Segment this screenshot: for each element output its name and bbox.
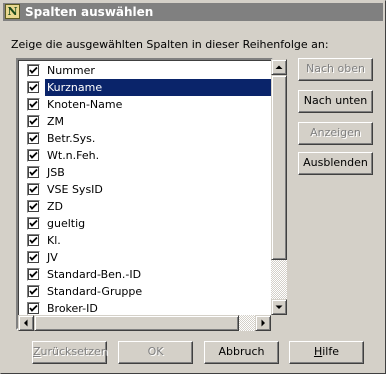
column-label: gueltig <box>47 217 86 230</box>
arrow-down-icon <box>275 305 283 309</box>
checkmark-icon <box>29 202 38 210</box>
app-icon: N <box>5 4 20 19</box>
checkmark-icon <box>29 134 38 142</box>
help-button[interactable]: Hilfe <box>289 341 364 364</box>
checkmark-icon <box>29 185 38 193</box>
column-checkbox[interactable] <box>27 268 40 281</box>
hide-button[interactable]: Ausblenden <box>298 152 373 175</box>
ok-button[interactable]: OK <box>118 341 193 364</box>
scroll-left-button[interactable] <box>18 315 34 331</box>
column-label: ZD <box>47 200 64 213</box>
reset-accelerator: Z <box>33 345 41 358</box>
column-label: JV <box>47 251 58 264</box>
list-item[interactable]: Betr.Sys. <box>24 130 271 147</box>
list-item[interactable]: Wt.n.Feh. <box>24 147 271 164</box>
title-bar[interactable]: N Spalten auswählen <box>3 3 383 21</box>
checkmark-icon <box>29 304 38 312</box>
column-checkbox[interactable] <box>27 200 40 213</box>
list-item[interactable]: Kurzname <box>24 79 271 96</box>
column-label: JSB <box>47 166 65 179</box>
checkmark-icon <box>29 117 38 125</box>
vertical-scrollbar[interactable] <box>271 59 287 315</box>
scroll-up-button[interactable] <box>271 59 287 75</box>
column-label: Kl. <box>47 234 61 247</box>
checkmark-icon <box>29 66 38 74</box>
list-item[interactable]: Knoten-Name <box>24 96 271 113</box>
column-label: Betr.Sys. <box>47 132 96 145</box>
list-item[interactable]: Standard-Ben.-ID <box>24 266 271 283</box>
list-item[interactable]: JV <box>24 249 271 266</box>
list-item[interactable]: Kl. <box>24 232 271 249</box>
checkmark-icon <box>29 253 38 261</box>
help-label: ilfe <box>322 345 340 358</box>
scroll-down-button[interactable] <box>271 299 287 315</box>
checkmark-icon <box>29 100 38 108</box>
scrollbar-corner <box>271 315 287 331</box>
column-checkbox[interactable] <box>27 64 40 77</box>
column-label: Standard-Gruppe <box>47 285 143 298</box>
column-checkbox[interactable] <box>27 98 40 111</box>
column-list: Nummer Kurzname Knoten-Name ZM Betr.Sys. Wt.n… <box>18 60 271 328</box>
column-listbox[interactable]: Nummer Kurzname Knoten-Name ZM Betr.Sys. Wt.n… <box>16 58 273 330</box>
checkmark-icon <box>29 151 38 159</box>
dialog-window: N Spalten auswählen Zeige die ausgewählt… <box>0 0 386 374</box>
column-checkbox[interactable] <box>27 302 40 315</box>
column-label: ZM <box>47 115 65 128</box>
checkmark-icon <box>29 270 38 278</box>
show-button[interactable]: Anzeigen <box>298 122 373 145</box>
column-checkbox[interactable] <box>27 217 40 230</box>
column-label: Nummer <box>47 64 95 77</box>
column-label: Standard-Ben.-ID <box>47 268 142 281</box>
column-checkbox[interactable] <box>27 115 40 128</box>
horizontal-scrollbar[interactable] <box>18 315 271 331</box>
vertical-scroll-thumb[interactable] <box>271 75 287 260</box>
list-item[interactable]: Nummer <box>24 62 271 79</box>
checkmark-icon <box>29 168 38 176</box>
horizontal-scroll-thumb[interactable] <box>34 315 239 331</box>
checkmark-icon <box>29 219 38 227</box>
column-checkbox[interactable] <box>27 183 40 196</box>
instruction-label: Zeige die ausgewählten Spalten in dieser… <box>11 38 329 51</box>
column-checkbox[interactable] <box>27 132 40 145</box>
column-label: Wt.n.Feh. <box>47 149 100 162</box>
column-label: Kurzname <box>45 79 271 96</box>
arrow-up-icon <box>275 65 283 69</box>
checkmark-icon <box>29 236 38 244</box>
checkmark-icon <box>29 83 38 91</box>
window-title: Spalten auswählen <box>25 5 154 19</box>
column-checkbox[interactable] <box>27 285 40 298</box>
checkmark-icon <box>29 287 38 295</box>
list-item[interactable]: ZM <box>24 113 271 130</box>
column-checkbox[interactable] <box>27 251 40 264</box>
column-checkbox[interactable] <box>27 166 40 179</box>
move-down-button[interactable]: Nach unten <box>298 90 373 113</box>
column-label: Knoten-Name <box>47 98 123 111</box>
column-checkbox[interactable] <box>27 81 40 94</box>
scroll-right-button[interactable] <box>255 315 271 331</box>
list-item[interactable]: gueltig <box>24 215 271 232</box>
arrow-left-icon <box>24 319 28 327</box>
cancel-button[interactable]: Abbruch <box>204 341 279 364</box>
column-checkbox[interactable] <box>27 149 40 162</box>
arrow-right-icon <box>261 319 265 327</box>
column-label: VSE SysID <box>47 183 103 196</box>
reset-button[interactable]: Zurücksetzen <box>32 341 108 364</box>
move-up-button[interactable]: Nach oben <box>298 58 373 81</box>
list-item[interactable]: Standard-Gruppe <box>24 283 271 300</box>
list-item[interactable]: VSE SysID <box>24 181 271 198</box>
list-item[interactable]: JSB <box>24 164 271 181</box>
list-item[interactable]: ZD <box>24 198 271 215</box>
help-accelerator: H <box>313 345 323 358</box>
column-checkbox[interactable] <box>27 234 40 247</box>
reset-label: urücksetzen <box>40 345 108 358</box>
